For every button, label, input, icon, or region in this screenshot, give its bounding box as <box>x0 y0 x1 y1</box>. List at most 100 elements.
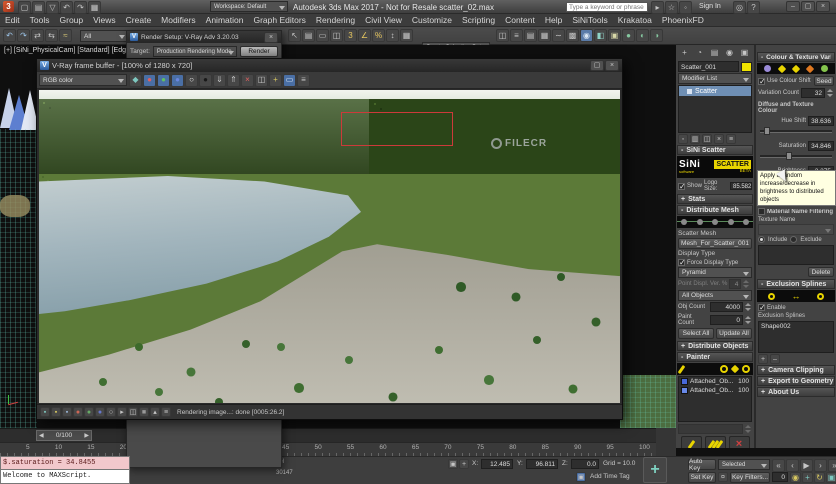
list-item[interactable]: Shape002 <box>759 322 833 331</box>
render-region-box[interactable] <box>341 112 453 146</box>
vfb-compare-icon[interactable]: ▪ <box>62 407 72 417</box>
rollout-colour-texture-variation[interactable]: -Colour & Texture Variation <box>757 52 835 62</box>
track-mouse-icon[interactable]: + <box>269 73 282 87</box>
rollout-exclusion-splines[interactable]: - Exclusion Splines <box>757 279 835 289</box>
texture-filter-list[interactable] <box>758 245 834 265</box>
save-channels-icon[interactable]: ◆ <box>129 73 142 87</box>
scatter-mesh-button[interactable]: Mesh_For_Scatter_001 <box>678 238 752 249</box>
listener-output-line[interactable]: Welcome to MAXScript. <box>0 470 130 484</box>
align-icon[interactable]: ≡ <box>510 29 523 42</box>
rollout-distribute-mesh[interactable]: - Distribute Mesh <box>677 205 753 215</box>
set-key-button[interactable]: Set Key <box>688 472 716 483</box>
time-slider-left-arrow[interactable]: ◀ <box>39 432 44 439</box>
clear-image-icon[interactable]: × <box>241 73 254 87</box>
paint-multiple-button[interactable] <box>704 436 726 448</box>
material-filtering-checkbox[interactable] <box>758 208 765 215</box>
red-channel-icon[interactable]: ● <box>143 73 156 87</box>
vfb-history-icon[interactable]: ▸ <box>117 407 127 417</box>
alpha-channel-icon[interactable]: ○ <box>185 73 198 87</box>
variation-swatch-orange[interactable] <box>805 64 815 73</box>
rendered-frame-icon[interactable]: ▣ <box>608 29 621 42</box>
menu-customize[interactable]: Customize <box>407 14 457 27</box>
save-file-icon[interactable]: ▽ <box>46 1 59 14</box>
percent-snap-icon[interactable]: % <box>372 29 385 42</box>
seed-button[interactable]: Seed <box>814 76 834 86</box>
paint-diamond-icon[interactable] <box>730 364 740 374</box>
time-slider-right-arrow[interactable]: ▶ <box>84 432 89 439</box>
paint-count-spinner[interactable] <box>745 315 752 325</box>
object-name-field[interactable]: Scatter_001 <box>678 61 739 72</box>
green-channel-icon[interactable]: ● <box>157 73 170 87</box>
isolate-plus-button[interactable]: + <box>643 457 667 483</box>
stamp-icon[interactable]: ≡ <box>297 73 310 87</box>
key-mode-icon[interactable]: ¤ <box>718 472 728 482</box>
named-selection-sets-icon[interactable]: ▦ <box>400 29 413 42</box>
timeline-ruler[interactable]: 5101520253035404550556065707580859095100 <box>0 442 656 456</box>
maximize-button[interactable]: ▢ <box>801 1 815 12</box>
absolute-mode-toggle[interactable]: + <box>459 459 469 469</box>
open-file-icon[interactable]: ▤ <box>32 1 45 14</box>
sign-in-link[interactable]: Sign In <box>699 3 721 10</box>
time-tag-icon[interactable]: ▣ <box>576 472 586 482</box>
rollout-about-us[interactable]: + About Us <box>757 387 835 397</box>
curve-editor-icon[interactable]: ∼ <box>552 29 565 42</box>
remove-modifier-icon[interactable]: × <box>714 134 724 144</box>
list-item[interactable]: Attached_Ob... 100 <box>679 386 751 395</box>
listener-macro-line[interactable]: $.saturation = 34.8455 <box>0 456 130 470</box>
undo-icon[interactable]: ↶ <box>3 29 16 42</box>
vfb-alpha-icon[interactable]: ○ <box>106 407 116 417</box>
stack-item-scatter[interactable]: Scatter <box>679 86 751 96</box>
layer-manager-icon[interactable]: ▤ <box>524 29 537 42</box>
monochrome-icon[interactable]: ● <box>199 73 212 87</box>
mesh-point-icon[interactable] <box>696 219 703 225</box>
zoom-icon[interactable]: ◉ <box>790 472 801 483</box>
render-production-icon[interactable]: ● <box>622 29 635 42</box>
window-crossing-icon[interactable]: ◫ <box>330 29 343 42</box>
project-folder-icon[interactable]: ▦ <box>88 1 101 14</box>
rollout-camera-clipping[interactable]: + Camera Clipping <box>757 365 835 375</box>
vfb-next-icon[interactable]: ▪ <box>51 407 61 417</box>
vfb-options-icon[interactable]: ≡ <box>161 407 171 417</box>
force-display-checkbox[interactable] <box>678 258 686 267</box>
rollout-distribute-objects[interactable]: + Distribute Objects <box>677 341 753 351</box>
help-menu-icon[interactable]: ? <box>747 1 760 14</box>
menu-scripting[interactable]: Scripting <box>457 14 500 27</box>
menu-create[interactable]: Create <box>121 14 157 27</box>
vfb-green-icon[interactable]: ● <box>84 407 94 417</box>
modifier-list-combo[interactable]: Modifier List <box>678 73 752 84</box>
menu-views[interactable]: Views <box>88 14 121 27</box>
delete-filter-button[interactable]: Delete <box>808 267 834 277</box>
variation-swatch-purple[interactable] <box>763 65 771 72</box>
include-radio[interactable] <box>758 236 765 243</box>
angle-snap-icon[interactable]: ∠ <box>358 29 371 42</box>
paint-count-field[interactable]: 0 <box>710 315 743 325</box>
add-spline-button[interactable]: + <box>758 354 768 364</box>
hue-shift-slider[interactable] <box>760 127 832 135</box>
current-frame-field[interactable] <box>772 472 788 482</box>
pan-icon[interactable]: + <box>802 472 813 483</box>
select-region-icon[interactable]: ▭ <box>316 29 329 42</box>
vfb-blue-icon[interactable]: ● <box>95 407 105 417</box>
save-image-icon[interactable]: ⇓ <box>213 73 226 87</box>
schematic-view-icon[interactable]: ▩ <box>566 29 579 42</box>
minimize-button[interactable]: – <box>786 1 800 12</box>
slider-handle[interactable] <box>763 127 770 135</box>
vfb-titlebar[interactable]: V V-Ray frame buffer - [100% of 1280 x 7… <box>37 59 622 72</box>
target-combo[interactable]: Production Rendering Mode <box>152 46 237 57</box>
menu-group[interactable]: Group <box>55 14 89 27</box>
menu-krakatoa[interactable]: Krakatoa <box>613 14 657 27</box>
objects-filter-combo[interactable]: All Objects <box>678 290 752 301</box>
key-set-combo[interactable]: Selected <box>718 459 770 470</box>
render-setup-icon[interactable]: ◧ <box>594 29 607 42</box>
vfb-float-button[interactable]: ▢ <box>590 60 604 71</box>
play-button[interactable]: ▶ <box>800 459 813 472</box>
mesh-point-icon[interactable] <box>727 219 734 225</box>
vfb-prev-icon[interactable]: ▪ <box>40 407 50 417</box>
variation-swatch-yellow[interactable] <box>777 64 787 73</box>
unlink-selection-icon[interactable]: ⇆ <box>45 29 58 42</box>
select-and-link-icon[interactable]: ⇄ <box>31 29 44 42</box>
menu-modifiers[interactable]: Modifiers <box>156 14 200 27</box>
maximize-viewport-icon[interactable]: ▣ <box>826 472 836 483</box>
motion-tab[interactable]: ◉ <box>723 46 736 59</box>
new-scene-icon[interactable]: ▢ <box>18 1 31 14</box>
